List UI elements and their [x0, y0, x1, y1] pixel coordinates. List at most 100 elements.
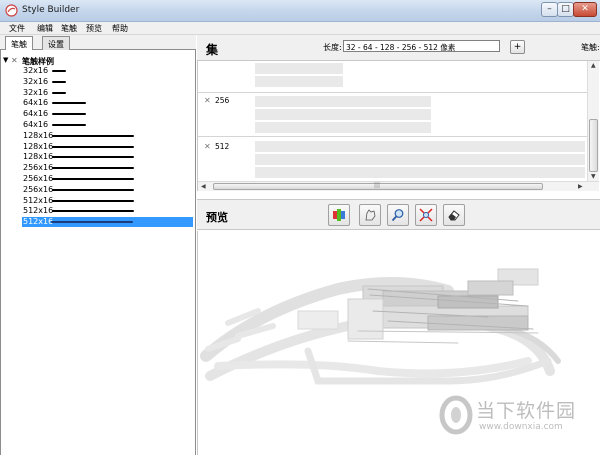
zoom-button[interactable]	[387, 204, 409, 226]
stroke-sample	[52, 102, 86, 105]
tree-row-label: 512x16	[23, 206, 54, 216]
stroke-sample	[52, 91, 66, 94]
tree-row-label: 64x16	[23, 109, 49, 119]
tree-row[interactable]: 32x16	[23, 77, 193, 87]
remove-x-icon[interactable]: ✕	[204, 142, 211, 151]
menu-file[interactable]: 文件	[9, 23, 25, 34]
row-length-label: 256	[215, 96, 230, 105]
set-title: 集	[206, 43, 219, 57]
scroll-up-icon[interactable]: ▲	[591, 62, 596, 69]
delete-x-icon[interactable]: ✕	[11, 56, 18, 65]
zoom-extents-icon	[419, 208, 433, 222]
eraser-button[interactable]	[443, 204, 465, 226]
stroke-sample	[52, 80, 66, 83]
stroke-slot[interactable]	[255, 109, 431, 120]
tree-row[interactable]: 512x16	[22, 217, 193, 228]
menu-help[interactable]: 帮助	[112, 23, 128, 34]
tree-row-label: 32x16	[23, 66, 49, 75]
close-button[interactable]: ✕	[573, 2, 597, 17]
tree-row-label: 256x16	[23, 174, 54, 183]
scroll-right-icon[interactable]: ▶	[578, 183, 583, 190]
stroke-slot[interactable]	[255, 122, 431, 133]
tree-row[interactable]: 512x16	[23, 196, 193, 206]
stroke-slot[interactable]	[255, 96, 431, 107]
watermark-text: 当下软件园	[476, 400, 577, 422]
tree-row-label: 64x16	[23, 120, 49, 129]
watermark-logo-icon	[439, 395, 473, 435]
tree-row[interactable]: 256x16	[23, 163, 193, 173]
preview-title: 预览	[206, 211, 228, 224]
stroke-sample	[52, 70, 66, 72]
tree-row[interactable]: 64x16	[23, 98, 193, 108]
tree-row-label: 512x16	[23, 195, 54, 205]
tree-row[interactable]: 256x16	[23, 185, 193, 195]
tree-row[interactable]: 32x16	[23, 66, 193, 76]
stroke-sample	[52, 124, 86, 126]
app-icon	[5, 4, 18, 17]
stroke-sample	[52, 134, 134, 137]
menu-preview[interactable]: 预览	[86, 23, 102, 34]
tree-row-label: 32x16	[23, 87, 49, 97]
length-field[interactable]: 32 - 64 - 128 - 256 - 512 像素	[343, 40, 500, 52]
stroke-slot[interactable]	[255, 141, 585, 152]
menu-bar: 文件 编辑 笔触 预览 帮助	[0, 22, 600, 35]
tree-row-label: 128x16	[23, 130, 54, 140]
color-icon	[333, 209, 345, 221]
stroke-slot[interactable]	[255, 167, 585, 178]
horizontal-scroll-thumb[interactable]: |||	[213, 182, 543, 190]
tree-row-label: 64x16	[23, 98, 49, 108]
tab-stroke[interactable]: 笔触	[5, 36, 33, 51]
minimize-button[interactable]: –	[541, 2, 558, 17]
left-tab-strip: 笔触 设置	[0, 35, 196, 51]
row-length-label: 512	[215, 142, 230, 151]
tree-row-label: 128x16	[23, 141, 54, 151]
vertical-scroll-thumb[interactable]	[589, 119, 598, 172]
orbit-button[interactable]	[359, 204, 381, 226]
length-label: 长度:	[323, 43, 342, 52]
stroke-label: 笔触:	[581, 43, 600, 52]
tree-row[interactable]: 128x16	[23, 142, 193, 152]
preview-header: 预览	[197, 199, 600, 230]
tree-row[interactable]: 128x16	[23, 131, 193, 141]
stroke-slot[interactable]	[255, 154, 585, 165]
tab-settings[interactable]: 设置	[42, 36, 70, 50]
row-divider	[198, 92, 587, 93]
vertical-scrollbar[interactable]: ▲ ▼	[587, 61, 599, 181]
horizontal-scrollbar[interactable]: ◀ ||| ▶	[198, 181, 599, 191]
menu-stroke[interactable]: 笔触	[61, 23, 77, 34]
watermark: 当下软件园 www.downxia.com	[438, 393, 588, 443]
stroke-sample	[52, 145, 134, 148]
color-button[interactable]	[328, 204, 350, 226]
eraser-icon	[448, 210, 460, 221]
tree-row[interactable]: 32x16	[23, 88, 193, 98]
maximize-button[interactable]: □	[557, 2, 574, 17]
stroke-tree-panel: ▼ ✕ 笔触样例 32x16 32x16 32x16 64x16 64x16 64x16 1…	[0, 50, 196, 455]
tree-row[interactable]: 64x16	[23, 120, 193, 130]
menu-edit[interactable]: 编辑	[37, 23, 53, 34]
tree-row-label: 32x16	[23, 76, 49, 86]
tree-row[interactable]: 64x16	[23, 109, 193, 119]
row-divider	[198, 136, 587, 137]
scroll-down-icon[interactable]: ▼	[591, 173, 596, 180]
title-bar: Style Builder – □ ✕	[0, 0, 600, 22]
set-header: 集 长度: 32 - 64 - 128 - 256 - 512 像素 + 笔触:	[197, 35, 600, 61]
expand-arrow-icon[interactable]: ▼	[3, 56, 8, 64]
remove-x-icon[interactable]: ✕	[204, 96, 211, 105]
add-button[interactable]: +	[510, 40, 525, 54]
grip-icon: |||	[374, 182, 381, 189]
tree-row[interactable]: 512x16	[23, 206, 193, 216]
tree-row[interactable]: 128x16	[23, 152, 193, 162]
watermark-url: www.downxia.com	[479, 422, 563, 432]
tree-row-label: 256x16	[23, 163, 54, 173]
scroll-left-icon[interactable]: ◀	[201, 183, 206, 190]
tree-row-label: 128x16	[23, 152, 54, 162]
stroke-sample	[52, 210, 134, 213]
zoom-extents-button[interactable]	[415, 204, 437, 226]
zoom-icon	[391, 209, 404, 222]
stroke-slot[interactable]	[255, 76, 343, 87]
tree-row-label: 256x16	[23, 184, 54, 194]
stroke-sample	[51, 221, 133, 224]
stroke-slot[interactable]	[255, 63, 343, 74]
tree-row[interactable]: 256x16	[23, 174, 193, 184]
stroke-sample	[52, 188, 134, 191]
